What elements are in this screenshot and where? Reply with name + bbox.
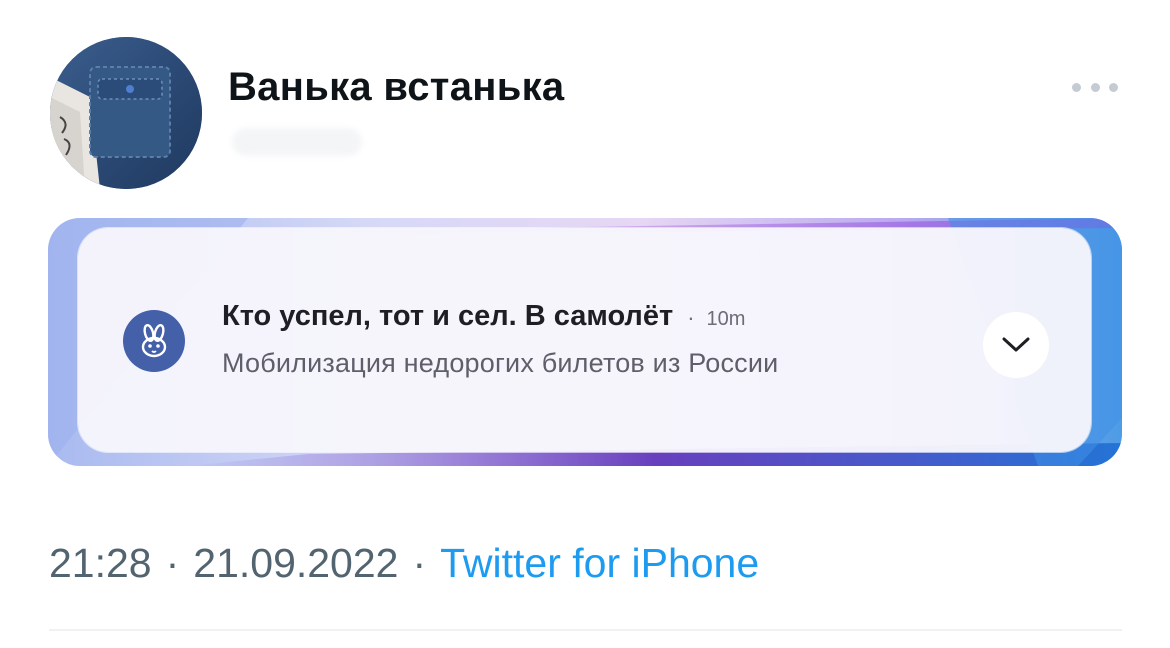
tweet-date[interactable]: 21.09.2022 — [193, 540, 398, 587]
meta-separator: · — [165, 540, 180, 586]
divider — [49, 629, 1122, 631]
rabbit-app-icon — [123, 310, 185, 372]
avatar[interactable] — [50, 37, 202, 189]
notification-time: 10m — [706, 308, 746, 330]
more-button[interactable] — [1072, 76, 1118, 98]
display-name[interactable]: Ванька встанька — [228, 65, 564, 110]
expand-button[interactable] — [983, 312, 1049, 378]
more-horizontal-icon — [1072, 82, 1081, 92]
notification-card[interactable]: Кто успел, тот и сел. В самолёт · 10m Мо… — [78, 228, 1091, 452]
tweet-time[interactable]: 21:28 — [49, 540, 152, 587]
notification-body: Мобилизация недорогих билетов из России — [222, 348, 779, 378]
notification-title: Кто успел, тот и сел. В самолёт — [222, 300, 674, 332]
notification-separator: · — [687, 305, 695, 330]
avatar-image — [50, 37, 202, 189]
tweet-source-link[interactable]: Twitter for iPhone — [440, 540, 759, 587]
meta-separator: · — [412, 540, 427, 586]
chevron-down-icon — [1002, 337, 1030, 352]
username-redacted — [232, 128, 362, 156]
tweet-media[interactable]: Кто успел, тот и сел. В самолёт · 10m Мо… — [48, 218, 1122, 466]
tweet-meta: 21:28 · 21.09.2022 · Twitter for iPhone — [49, 540, 759, 587]
notification-header: Кто успел, тот и сел. В самолёт · 10m — [222, 300, 745, 333]
